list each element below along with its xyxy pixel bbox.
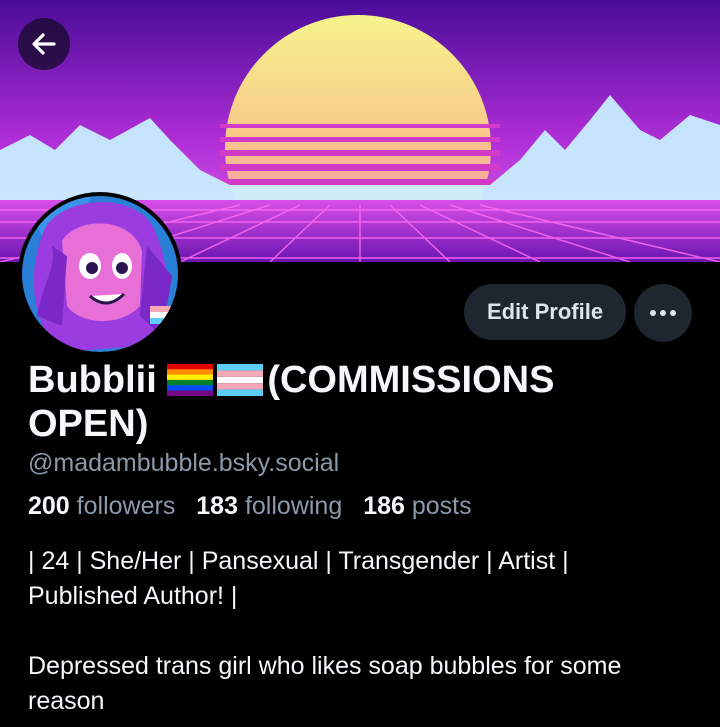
bio-line: Published Author! | — [28, 582, 238, 610]
bio-line: Depressed trans girl who likes soap bubb… — [28, 652, 622, 680]
profile-stats: 200 followers 183 following 186 posts — [28, 492, 486, 521]
following-count: 183 — [196, 492, 238, 520]
followers-count: 200 — [28, 492, 70, 520]
back-button[interactable] — [18, 18, 70, 70]
bio-line: | 24 | She/Her | Pansexual | Transgender… — [28, 547, 569, 575]
profile-bio: | 24 | She/Her | Pansexual | Transgender… — [28, 544, 698, 719]
rainbow-pride-flag — [167, 364, 214, 396]
user-handle: @madambubble.bsky.social — [28, 449, 340, 477]
ellipsis-icon — [650, 310, 676, 316]
arrow-left-icon — [32, 33, 56, 55]
posts-count: 186 — [363, 492, 405, 520]
following-label: following — [244, 492, 343, 520]
display-name-suffix: (COMMISSIONS — [267, 359, 555, 401]
display-name: Bubblii (COMMISSIONS OPEN) — [28, 358, 688, 446]
bio-line: reason — [28, 687, 105, 715]
posts-label: posts — [411, 492, 472, 520]
posts-stat: 186 posts — [363, 492, 471, 520]
transgender-flag — [217, 364, 264, 396]
display-name-line2: OPEN) — [28, 403, 149, 445]
more-options-button[interactable] — [634, 284, 692, 342]
avatar[interactable] — [18, 192, 182, 356]
followers-label: followers — [76, 492, 176, 520]
display-name-text: Bubblii — [28, 359, 168, 401]
following-stat[interactable]: 183 following — [196, 492, 342, 520]
followers-stat[interactable]: 200 followers — [28, 492, 175, 520]
edit-profile-button[interactable]: Edit Profile — [464, 284, 626, 340]
